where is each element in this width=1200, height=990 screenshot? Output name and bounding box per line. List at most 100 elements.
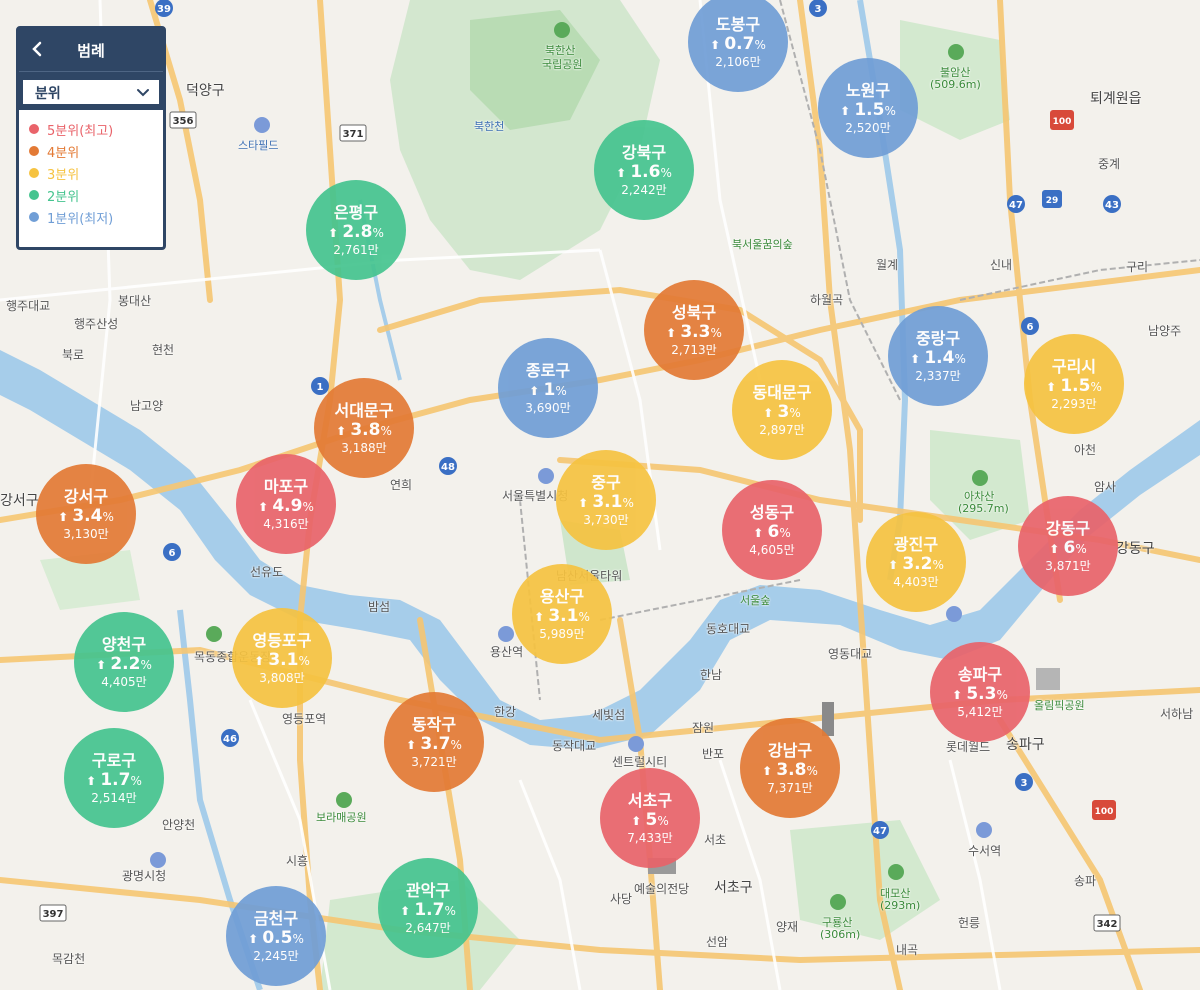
label-haengjusanseong: 행주산성 — [74, 317, 119, 331]
district-name: 서초구 — [627, 790, 673, 810]
district-price: 2,106만 — [715, 54, 761, 69]
district-price: 5,989만 — [539, 626, 585, 641]
district-price: 2,520만 — [845, 120, 891, 135]
district-bubble[interactable]: 영등포구 ⬆ 3.1% 3,808만 — [232, 608, 332, 708]
arrow-up-icon: ⬆ — [534, 609, 549, 624]
district-change-value: 3.3 — [680, 321, 711, 342]
district-name: 노원구 — [845, 80, 891, 100]
district-change: ⬆ 4.9% — [258, 496, 314, 517]
arrow-up-icon: ⬆ — [666, 325, 681, 340]
district-bubble[interactable]: 강북구 ⬆ 1.6% 2,242만 — [594, 120, 694, 220]
district-change-value: 0.7 — [724, 33, 755, 54]
label-hannam: 한남 — [700, 668, 723, 682]
arrow-up-icon: ⬆ — [952, 687, 967, 702]
district-bubble[interactable]: 종로구 ⬆ 1% 3,690만 — [498, 338, 598, 438]
label-jamwon: 잠원 — [692, 721, 715, 735]
district-bubble[interactable]: 은평구 ⬆ 2.8% 2,761만 — [306, 180, 406, 280]
label-wolgye: 월계 — [876, 258, 899, 272]
district-bubble[interactable]: 노원구 ⬆ 1.5% 2,520만 — [818, 58, 918, 158]
district-bubble[interactable]: 강서구 ⬆ 3.4% 3,130만 — [36, 464, 136, 564]
district-change: ⬆ 1% — [529, 380, 566, 401]
legend-item: 2분위 — [29, 184, 153, 206]
label-arts-center: 예술의전당 — [634, 882, 690, 896]
district-change: ⬆ 3.3% — [666, 322, 722, 343]
legend-header: 범례 — [19, 29, 163, 71]
district-price: 3,188만 — [341, 440, 387, 455]
district-name: 양천구 — [101, 634, 147, 654]
district-bubble[interactable]: 금천구 ⬆ 0.5% 2,245만 — [226, 886, 326, 986]
district-name: 강동구 — [1045, 518, 1091, 538]
quintile-dropdown[interactable]: 분위 — [23, 80, 159, 104]
district-name: 강서구 — [63, 486, 109, 506]
district-change: ⬆ 6% — [753, 522, 790, 543]
district-bubble[interactable]: 송파구 ⬆ 5.3% 5,412만 — [930, 642, 1030, 742]
district-bubble[interactable]: 서대문구 ⬆ 3.8% 3,188만 — [314, 378, 414, 478]
district-name: 구로구 — [91, 750, 137, 770]
district-bubble[interactable]: 동대문구 ⬆ 3% 2,897만 — [732, 360, 832, 460]
district-name: 관악구 — [405, 880, 451, 900]
district-name: 구리시 — [1051, 356, 1097, 376]
district-bubble[interactable]: 양천구 ⬆ 2.2% 4,405만 — [74, 612, 174, 712]
district-bubble[interactable]: 성북구 ⬆ 3.3% 2,713만 — [644, 280, 744, 380]
district-price: 2,713만 — [671, 342, 717, 357]
arrow-up-icon: ⬆ — [406, 737, 421, 752]
arrow-up-icon: ⬆ — [96, 657, 111, 672]
label-bukro: 북로 — [62, 348, 85, 362]
district-change: ⬆ 1.7% — [400, 900, 456, 921]
district-price: 7,371만 — [767, 780, 813, 795]
district-price: 3,690만 — [525, 400, 571, 415]
district-bubble[interactable]: 강남구 ⬆ 3.8% 7,371만 — [740, 718, 840, 818]
label-amsa: 암사 — [1094, 480, 1117, 494]
district-price: 2,761만 — [333, 242, 379, 257]
district-bubble[interactable]: 구리시 ⬆ 1.5% 2,293만 — [1024, 334, 1124, 434]
district-bubble[interactable]: 강동구 ⬆ 6% 3,871만 — [1018, 496, 1118, 596]
label-seocho-map: 서초구 — [714, 880, 753, 896]
label-junggye: 중계 — [1098, 157, 1121, 171]
district-bubble[interactable]: 광진구 ⬆ 3.2% 4,403만 — [866, 512, 966, 612]
district-change-value: 5 — [645, 809, 658, 830]
chevron-down-icon — [137, 89, 149, 97]
legend-select-bar: 분위 — [19, 71, 163, 110]
label-deogyang: 덕양구 — [186, 83, 225, 99]
percent-unit: % — [710, 325, 722, 340]
arrow-up-icon: ⬆ — [910, 351, 925, 366]
percent-unit: % — [140, 657, 152, 672]
label-seoul-forest: 서울숲 — [740, 594, 771, 607]
label-sadang: 사당 — [610, 892, 633, 906]
district-change-value: 1 — [543, 379, 556, 400]
district-bubble[interactable]: 중랑구 ⬆ 1.4% 2,337만 — [888, 306, 988, 406]
district-change: ⬆ 3.2% — [888, 554, 944, 575]
label-hyeoncheon: 현천 — [152, 343, 175, 357]
legend-item-label: 5분위(최고) — [47, 123, 114, 139]
percent-unit: % — [954, 351, 966, 366]
label-gurongsan-height: (306m) — [820, 928, 861, 941]
svg-text:100: 100 — [1095, 807, 1114, 817]
district-name: 동대문구 — [752, 382, 812, 402]
label-bukhansan-park: 국립공원 — [542, 58, 583, 71]
arrow-up-icon: ⬆ — [58, 509, 73, 524]
arrow-up-icon: ⬆ — [529, 383, 544, 398]
district-bubble[interactable]: 용산구 ⬆ 3.1% 5,989만 — [512, 564, 612, 664]
district-bubble[interactable]: 구로구 ⬆ 1.7% 2,514만 — [64, 728, 164, 828]
district-bubble[interactable]: 관악구 ⬆ 1.7% 2,647만 — [378, 858, 478, 958]
percent-unit: % — [555, 383, 567, 398]
svg-text:46: 46 — [223, 734, 237, 745]
district-price: 2,897만 — [759, 422, 805, 437]
district-bubble[interactable]: 서초구 ⬆ 5% 7,433만 — [600, 768, 700, 868]
label-toegyewon: 퇴계원읍 — [1090, 91, 1142, 107]
legend-dot — [29, 124, 39, 134]
label-bongdaesan: 봉대산 — [118, 294, 152, 308]
label-yeongdong-bridge: 영동대교 — [828, 647, 873, 661]
district-change-value: 3.7 — [420, 733, 451, 754]
district-change-value: 1.5 — [1060, 375, 1091, 396]
district-bubble[interactable]: 성동구 ⬆ 6% 4,605만 — [722, 480, 822, 580]
district-bubble[interactable]: 마포구 ⬆ 4.9% 4,316만 — [236, 454, 336, 554]
district-change: ⬆ 1.5% — [1046, 376, 1102, 397]
label-daemosan-height: (293m) — [880, 899, 921, 912]
district-price: 3,871만 — [1045, 558, 1091, 573]
percent-unit: % — [884, 103, 896, 118]
district-bubble[interactable]: 중구 ⬆ 3.1% 3,730만 — [556, 450, 656, 550]
district-name: 금천구 — [253, 908, 299, 928]
arrow-up-icon: ⬆ — [328, 225, 343, 240]
district-bubble[interactable]: 동작구 ⬆ 3.7% 3,721만 — [384, 692, 484, 792]
